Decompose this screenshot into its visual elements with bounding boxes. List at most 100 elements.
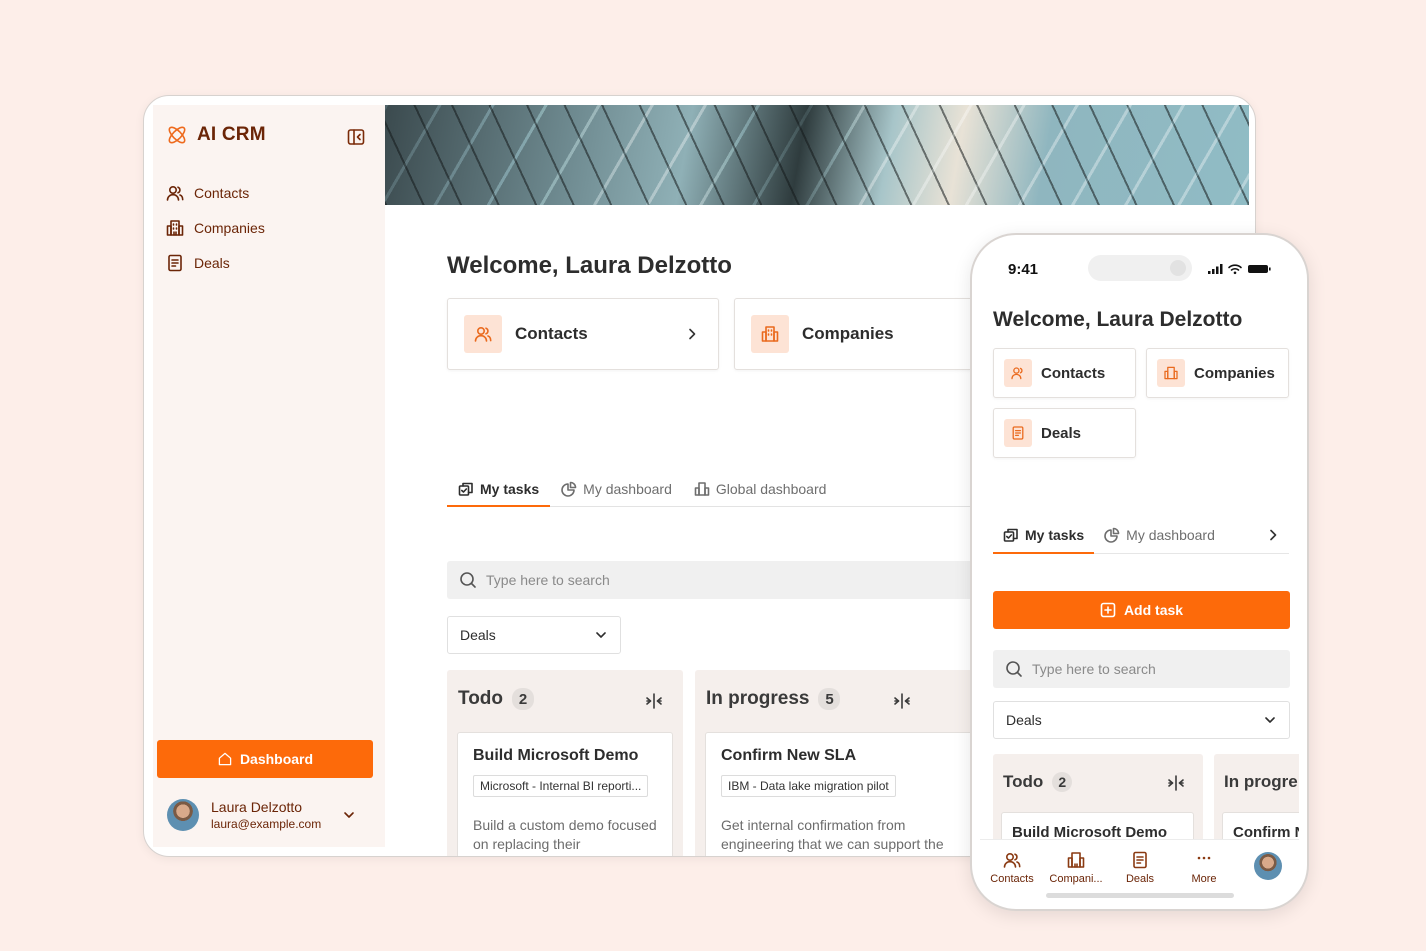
chevron-right-icon[interactable] xyxy=(1265,527,1281,543)
avatar xyxy=(167,799,199,831)
building-icon xyxy=(1066,850,1086,870)
tab-global-dashboard[interactable]: Global dashboard xyxy=(683,472,838,506)
document-icon xyxy=(1004,419,1032,447)
plus-square-icon xyxy=(1100,602,1116,618)
user-name: Laura Delzotto xyxy=(211,799,303,815)
bottom-nav-label: Compani... xyxy=(1049,873,1103,885)
tab-my-tasks[interactable]: My tasks xyxy=(993,518,1095,554)
column-header: Todo 2 xyxy=(458,688,535,710)
column-count-badge: 5 xyxy=(818,688,841,710)
column-title: Todo xyxy=(1003,772,1044,791)
more-icon xyxy=(1194,850,1214,870)
sidebar-item-label: Contacts xyxy=(194,184,250,201)
sidebar: AI CRM Contacts Companies Deals Dashboar… xyxy=(153,105,385,847)
sidebar-item-label: Companies xyxy=(194,219,265,236)
phone-page-title: Welcome, Laura Delzotto xyxy=(993,308,1243,331)
quick-card-label: Companies xyxy=(802,324,894,343)
bottom-nav-more[interactable]: More xyxy=(1172,850,1236,885)
bottom-navigation: Contacts Compani... Deals More xyxy=(980,839,1299,901)
users-icon xyxy=(1002,850,1022,870)
quick-card-deals[interactable]: Deals xyxy=(993,408,1136,458)
column-title: In progre xyxy=(1224,772,1298,791)
quick-card-companies[interactable]: Companies xyxy=(734,298,1006,370)
kanban-column-in-progress: In progress 5 Confirm New SLA IBM - Data… xyxy=(695,670,985,856)
dashboard-button-label: Dashboard xyxy=(239,751,314,767)
task-title: Confirm New SLA xyxy=(721,747,857,764)
filter-select[interactable]: Deals xyxy=(993,701,1290,739)
chevron-down-icon xyxy=(1263,713,1277,727)
task-deal-tag: IBM - Data lake migration pilot xyxy=(721,775,896,797)
bottom-nav-contacts[interactable]: Contacts xyxy=(980,850,1044,885)
atom-logo-icon xyxy=(165,123,189,147)
sidebar-item-companies[interactable]: Companies xyxy=(165,210,375,245)
chevron-right-icon xyxy=(684,326,700,342)
users-icon xyxy=(165,183,185,203)
column-title: In progress xyxy=(706,688,810,709)
quick-card-label: Contacts xyxy=(1041,364,1106,382)
tasks-icon xyxy=(458,481,474,497)
column-header: In progress 5 xyxy=(706,688,841,710)
tab-my-dashboard[interactable]: My dashboard xyxy=(550,472,683,506)
collapse-sidebar-icon[interactable] xyxy=(346,127,366,147)
user-menu[interactable]: Laura Delzotto laura@example.com xyxy=(167,795,367,835)
add-task-label: Add task xyxy=(1123,602,1184,618)
sidebar-item-deals[interactable]: Deals xyxy=(165,245,375,280)
search-input[interactable] xyxy=(486,572,886,588)
task-card[interactable]: Build Microsoft Demo Microsoft - Interna… xyxy=(457,732,673,856)
tasks-icon xyxy=(1003,527,1019,543)
add-task-button[interactable]: Add task xyxy=(993,591,1290,629)
quick-card-label: Companies xyxy=(1194,364,1275,382)
kanban-column-todo: Todo 2 Build Microsoft Demo Microsoft - … xyxy=(447,670,683,856)
search-input[interactable] xyxy=(1032,661,1272,677)
bottom-nav-label: More xyxy=(1191,873,1217,885)
quick-card-contacts[interactable]: Contacts xyxy=(447,298,719,370)
column-header: Todo 2 xyxy=(1003,772,1073,792)
task-card[interactable]: Confirm New SLA IBM - Data lake migratio… xyxy=(705,732,973,856)
quick-card-label: Contacts xyxy=(515,324,588,343)
avatar[interactable] xyxy=(1254,852,1282,880)
brand[interactable]: AI CRM xyxy=(165,123,266,147)
quick-card-label: Deals xyxy=(1041,424,1082,442)
quick-card-companies[interactable]: Companies xyxy=(1146,348,1289,398)
sidebar-nav: Contacts Companies Deals xyxy=(165,175,375,280)
tab-label: My dashboard xyxy=(583,481,672,497)
sidebar-item-contacts[interactable]: Contacts xyxy=(165,175,375,210)
collapse-column-icon[interactable] xyxy=(1167,774,1185,792)
page-title: Welcome, Laura Delzotto xyxy=(447,252,732,279)
bottom-nav-companies[interactable]: Compani... xyxy=(1044,850,1108,885)
sidebar-item-label: Deals xyxy=(194,254,230,271)
column-count-badge: 2 xyxy=(1052,772,1073,792)
bottom-nav-deals[interactable]: Deals xyxy=(1108,850,1172,885)
search-icon xyxy=(459,571,477,589)
status-icons xyxy=(1208,263,1274,275)
users-icon xyxy=(1004,359,1032,387)
tab-label: My tasks xyxy=(480,480,540,497)
home-icon xyxy=(217,751,233,767)
chevron-down-icon xyxy=(594,628,608,642)
document-icon xyxy=(165,253,185,273)
pie-chart-icon xyxy=(1104,527,1120,543)
task-title: Build Microsoft Demo xyxy=(473,747,639,764)
tab-my-dashboard[interactable]: My dashboard xyxy=(1094,518,1225,552)
filter-select[interactable]: Deals xyxy=(447,616,621,654)
user-email: laura@example.com xyxy=(211,817,322,831)
column-title: Todo xyxy=(458,688,504,709)
header-banner-image xyxy=(385,105,1249,205)
phone-frame: 9:41 Welcome, Laura Delzotto Contacts Co… xyxy=(970,233,1309,911)
bottom-nav-label: Contacts xyxy=(990,873,1034,885)
collapse-column-icon[interactable] xyxy=(893,692,911,710)
tab-my-tasks[interactable]: My tasks xyxy=(447,472,551,507)
search-icon xyxy=(1005,660,1023,678)
filter-select-value: Deals xyxy=(460,627,496,643)
quick-card-contacts[interactable]: Contacts xyxy=(993,348,1136,398)
tab-label: Global dashboard xyxy=(715,481,827,497)
dashboard-button[interactable]: Dashboard xyxy=(157,740,373,778)
collapse-column-icon[interactable] xyxy=(645,692,663,710)
building-icon xyxy=(751,315,789,353)
chevron-down-icon xyxy=(341,807,357,823)
bottom-nav-label: Deals xyxy=(1125,873,1155,885)
dynamic-island xyxy=(1088,255,1192,281)
phone-screen: 9:41 Welcome, Laura Delzotto Contacts Co… xyxy=(980,243,1299,901)
users-icon xyxy=(464,315,502,353)
column-header: In progre xyxy=(1224,772,1298,792)
